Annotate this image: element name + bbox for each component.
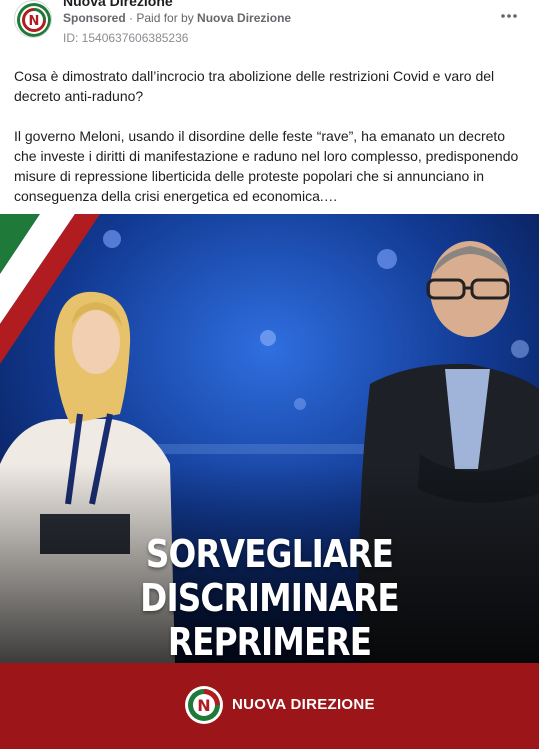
paid-for-prefix: Paid for by (136, 11, 198, 25)
meta-separator: · (125, 11, 137, 25)
sponsored-label: Sponsored (63, 11, 126, 25)
more-horizontal-icon (501, 14, 517, 18)
svg-text:N: N (197, 696, 210, 715)
headline-line: DISCRIMINARE (140, 576, 399, 620)
headline-line: SORVEGLIARE (145, 532, 394, 576)
more-options-button[interactable] (501, 6, 517, 20)
sponsored-meta: Sponsored · Paid for by Nuova Direzione (63, 11, 291, 25)
page-name[interactable]: Nuova Direzione (63, 0, 173, 9)
nuova-direzione-logo-icon: N (185, 686, 223, 724)
post-header: N Nuova Direzione Sponsored · Paid for b… (0, 0, 539, 56)
post-paragraph: Cosa è dimostrato dall’incrocio tra abol… (14, 68, 495, 104)
svg-text:N: N (29, 14, 40, 29)
ad-creative-image[interactable]: SORVEGLIARE DISCRIMINARE REPRIMERE N NUO… (0, 214, 539, 749)
ad-id: ID: 1540637606385236 (63, 31, 189, 45)
headline-line: REPRIMERE (167, 620, 372, 664)
paid-for-by-link[interactable]: Nuova Direzione (197, 11, 291, 25)
post-paragraph: Il governo Meloni, usando il disordine d… (14, 128, 519, 204)
post-body: Cosa è dimostrato dall’incrocio tra abol… (14, 66, 529, 226)
ad-headline: SORVEGLIARE DISCRIMINARE REPRIMERE (38, 532, 502, 664)
page-avatar[interactable]: N (14, 0, 52, 38)
brand-name: NUOVA DIREZIONE (232, 696, 375, 713)
nuova-direzione-logo-icon: N (17, 3, 51, 37)
